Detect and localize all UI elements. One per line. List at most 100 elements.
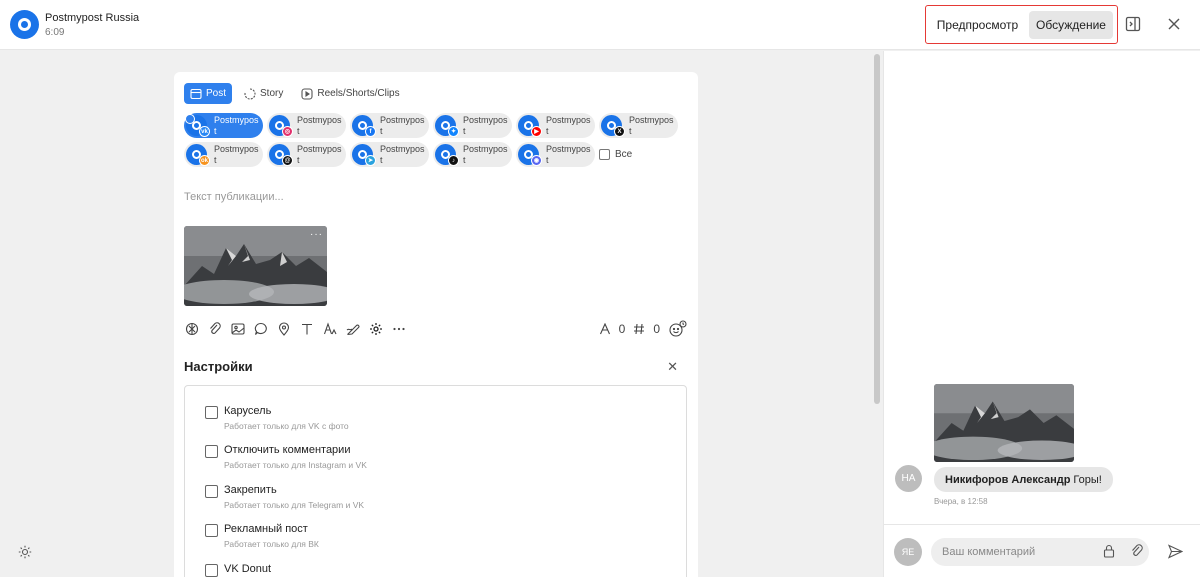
- select-all-label: Все: [615, 149, 633, 160]
- tab-discussion[interactable]: Обсуждение: [1029, 11, 1113, 39]
- text-icon[interactable]: [299, 321, 315, 337]
- tiktok-icon: ♪: [448, 155, 459, 166]
- account-chip-vk[interactable]: vk Postmypost: [184, 113, 263, 138]
- discord-icon: ◉: [531, 155, 542, 166]
- image-icon[interactable]: [230, 321, 246, 337]
- comment-input[interactable]: [931, 538, 1149, 566]
- account-chip-ok[interactable]: ok Postmypost: [184, 142, 263, 167]
- option-label: Отключить комментарии: [224, 444, 351, 456]
- close-icon[interactable]: [1165, 15, 1183, 33]
- tab-post-label: Post: [206, 88, 227, 99]
- tab-post[interactable]: Post: [184, 83, 233, 104]
- option-label: VK Donut: [224, 563, 272, 575]
- account-chip-tiktok[interactable]: ♪ Postmypost: [433, 142, 512, 167]
- signature-icon[interactable]: [345, 321, 361, 337]
- account-label: Postmypost: [380, 144, 425, 165]
- media-more-icon[interactable]: ···: [310, 229, 323, 240]
- char-count-icon: [599, 323, 610, 335]
- account-selector: vk Postmypost ◎ Postmypost f Postmypost ✦ Postm…: [184, 113, 694, 167]
- settings-title: Настройки: [184, 359, 253, 374]
- emoji-schedule-icon[interactable]: [668, 320, 688, 338]
- theme-toggle-icon[interactable]: [18, 545, 32, 559]
- vk-icon: vk: [199, 126, 210, 137]
- more-icon[interactable]: [391, 321, 407, 337]
- top-bar: Postmypost Russia 6:09 Предпросмотр Обсу…: [0, 0, 1200, 50]
- option-hint: Работает только для Instagram и VK: [224, 460, 367, 470]
- account-chip-facebook[interactable]: f Postmypost: [350, 113, 429, 138]
- account-label: Postmypost: [463, 115, 508, 136]
- attach-icon[interactable]: [1130, 544, 1144, 558]
- tab-reels[interactable]: Reels/Shorts/Clips: [295, 83, 405, 104]
- option-hint: Работает только для Telegram и VK: [224, 500, 365, 510]
- comment-bubble: Никифоров Александр Горы!: [934, 467, 1113, 492]
- account-chip-threads[interactable]: @ Postmypost: [267, 142, 346, 167]
- hashtag-count: 0: [653, 322, 660, 336]
- settings-icon[interactable]: [368, 321, 384, 337]
- settings-close-icon[interactable]: ✕: [667, 359, 678, 375]
- account-chip-instagram[interactable]: ◎ Postmypost: [267, 113, 346, 138]
- char-count: 0: [618, 322, 626, 336]
- carousel-checkbox[interactable]: [205, 406, 218, 419]
- settings-panel: Карусель Работает только для VK с фото О…: [184, 385, 687, 577]
- comment-author: Никифоров Александр: [945, 473, 1071, 486]
- divider: [884, 524, 1200, 525]
- account-label: Postmypost: [629, 115, 674, 136]
- tab-preview[interactable]: Предпросмотр: [931, 11, 1024, 39]
- comment-icon[interactable]: [253, 321, 269, 337]
- instagram-icon: ◎: [282, 126, 293, 137]
- lock-icon[interactable]: [1102, 544, 1116, 558]
- account-chip-bluesky[interactable]: ✦ Postmypost: [433, 113, 512, 138]
- openai-icon[interactable]: [184, 321, 200, 337]
- x-icon: X: [614, 126, 625, 137]
- option-hint: Работает только для ВК: [224, 539, 319, 549]
- mountain-image: [184, 226, 327, 306]
- account-chip-discord[interactable]: ◉ Postmypost: [516, 142, 595, 167]
- account-chip-x[interactable]: X Postmypost: [599, 113, 678, 138]
- select-all-checkbox[interactable]: Все: [599, 142, 632, 167]
- account-label: Postmypost: [380, 115, 425, 136]
- send-icon[interactable]: [1167, 544, 1184, 559]
- editor-toolbar: [184, 321, 407, 337]
- ad-post-checkbox[interactable]: [205, 524, 218, 537]
- comment-timestamp: Вчера, в 12:58: [934, 497, 988, 506]
- font-icon[interactable]: [322, 321, 338, 337]
- counters: 0 0: [599, 320, 688, 338]
- option-label: Закрепить: [224, 484, 277, 496]
- my-avatar: ЯЕ: [894, 538, 922, 566]
- telegram-icon: ➤: [365, 155, 376, 166]
- tab-story[interactable]: Story: [238, 83, 289, 104]
- tab-reels-label: Reels/Shorts/Clips: [317, 88, 400, 99]
- account-label: Postmypost: [297, 144, 342, 165]
- author-avatar: НА: [895, 465, 922, 492]
- workspace-name: Postmypost Russia: [45, 12, 140, 24]
- discussion-image[interactable]: [934, 384, 1074, 462]
- workspace-logo: [10, 10, 39, 39]
- facebook-icon: f: [365, 126, 376, 137]
- pin-checkbox[interactable]: [205, 485, 218, 498]
- account-label: Postmypost: [546, 115, 591, 136]
- account-label: Postmypost: [463, 144, 508, 165]
- account-label: Postmypost: [214, 115, 259, 136]
- attached-image[interactable]: ···: [184, 226, 327, 306]
- account-label: Postmypost: [297, 115, 342, 136]
- attach-icon[interactable]: [207, 321, 223, 337]
- post-icon: [190, 88, 202, 99]
- option-hint: Работает только для VK с фото: [224, 421, 349, 431]
- account-chip-youtube[interactable]: ▶ Postmypost: [516, 113, 595, 138]
- hashtag-icon: [634, 323, 645, 335]
- toggle-panel-icon[interactable]: [1124, 15, 1142, 33]
- post-editor-card: Post Story Reels/Shorts/Clips vk Postmypo…: [174, 72, 698, 577]
- comment-text: Горы!: [1073, 473, 1102, 486]
- post-time: 6:09: [45, 27, 65, 38]
- story-icon: [244, 87, 256, 100]
- post-text-input[interactable]: Текст публикации...: [184, 191, 284, 203]
- vk-donut-checkbox[interactable]: [205, 564, 218, 577]
- disable-comments-checkbox[interactable]: [205, 445, 218, 458]
- editor-scrollbar[interactable]: [874, 54, 880, 404]
- location-icon[interactable]: [276, 321, 292, 337]
- discussion-panel: НА Никифоров Александр Горы! Вчера, в 12…: [883, 51, 1200, 577]
- option-label: Карусель: [224, 405, 272, 417]
- account-label: Postmypost: [546, 144, 591, 165]
- checkbox[interactable]: [599, 149, 610, 160]
- account-chip-telegram[interactable]: ➤ Postmypost: [350, 142, 429, 167]
